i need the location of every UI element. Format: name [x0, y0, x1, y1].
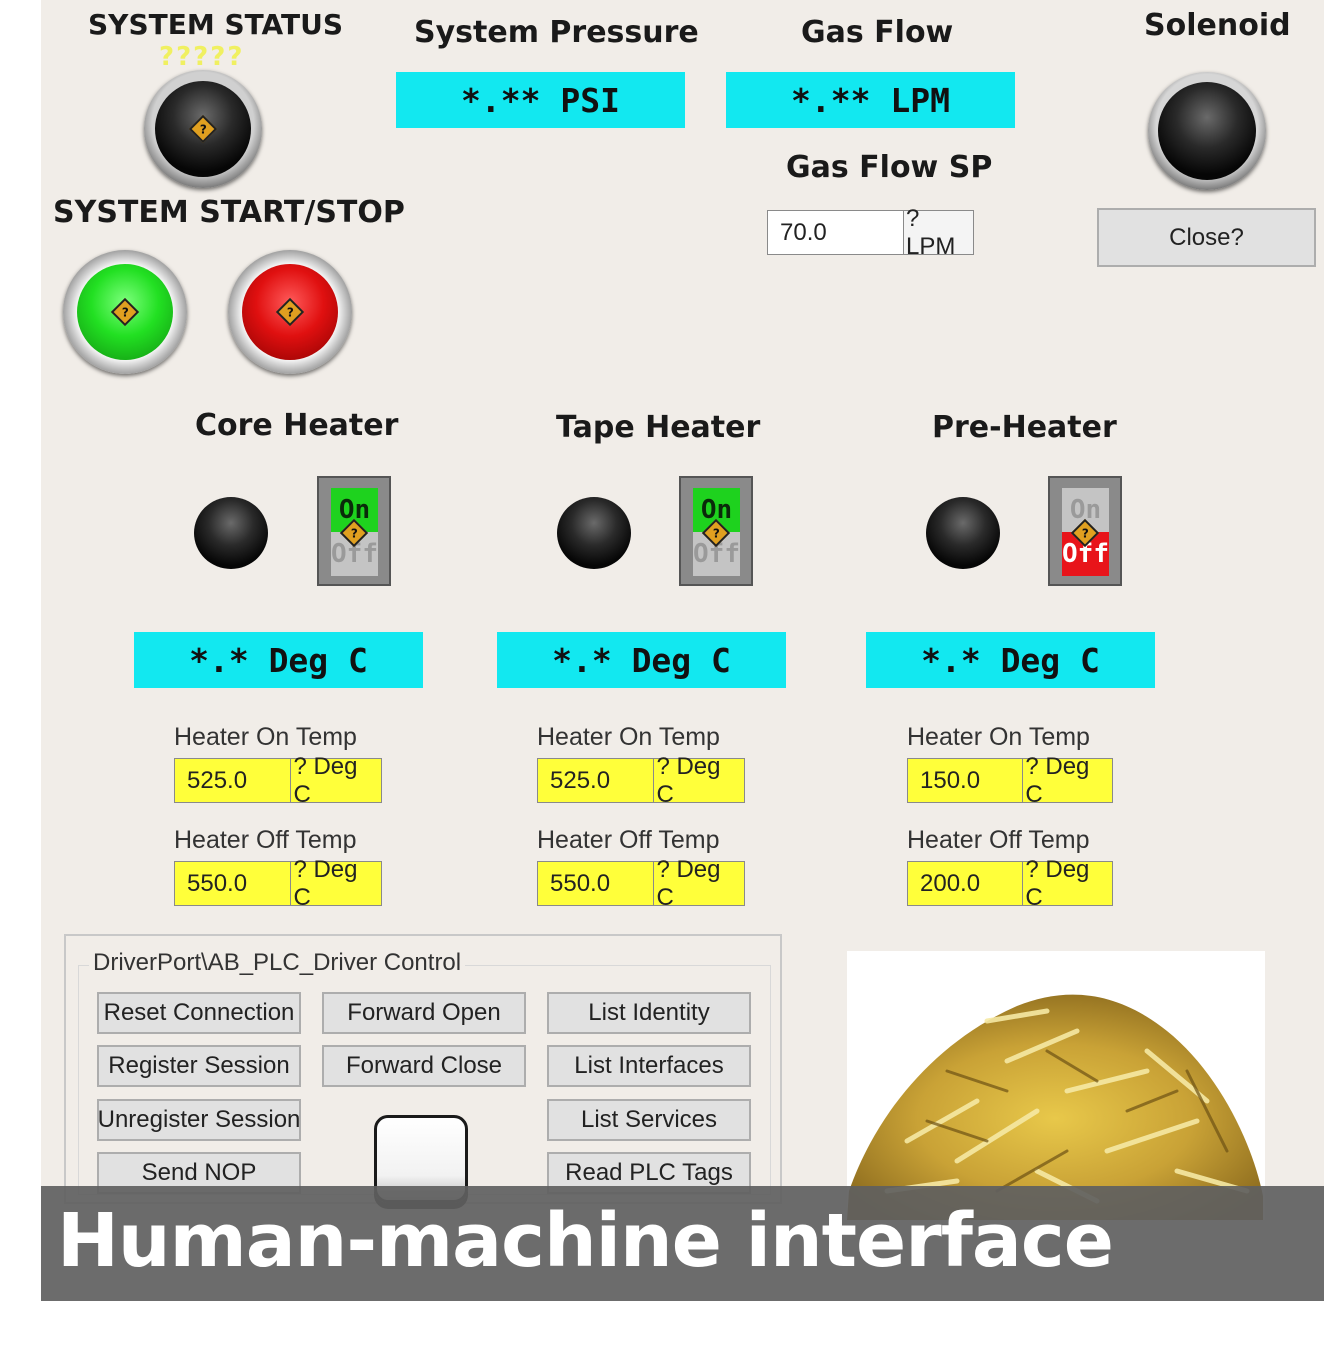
tape-heater-on-temp-field[interactable]: 525.0 ? Deg C — [537, 752, 745, 808]
tape-heater-off-temp-unit: ? Deg C — [656, 855, 721, 911]
pre-heater-off-temp-label: Heater Off Temp — [907, 826, 1090, 854]
wood-chips-image — [847, 951, 1265, 1220]
core-heater-off-temp-field[interactable]: 550.0 ? Deg C — [174, 855, 382, 911]
pre-heater-off-temp-field[interactable]: 200.0 ? Deg C — [907, 855, 1113, 911]
core-heater-title: Core Heater — [195, 408, 399, 443]
pre-heater-temp-display: *.* Deg C — [866, 632, 1155, 688]
core-heater-on-temp-value[interactable]: 525.0 — [175, 759, 292, 802]
list-services-button[interactable]: List Services — [547, 1099, 751, 1141]
system-pressure-display: *.** PSI — [396, 72, 685, 128]
list-interfaces-button[interactable]: List Interfaces — [547, 1045, 751, 1087]
pre-heater-on-temp-unit: ? Deg C — [1025, 752, 1090, 808]
gas-flow-sp-unit: ? LPM — [904, 205, 973, 260]
system-stop-button[interactable]: ? — [228, 250, 352, 374]
reset-connection-button[interactable]: Reset Connection — [97, 992, 301, 1034]
caption-banner: Human-machine interface — [41, 1186, 1324, 1301]
core-heater-on-temp-label: Heater On Temp — [174, 723, 357, 751]
core-heater-off-temp-label: Heater Off Temp — [174, 826, 357, 854]
core-heater-toggle-switch[interactable]: On Off ? — [317, 476, 391, 586]
gas-flow-sp-value[interactable]: 70.0 — [768, 211, 904, 254]
pre-heater-title: Pre-Heater — [932, 410, 1117, 445]
pre-heater-lamp — [926, 497, 1000, 569]
tape-heater-toggle-switch[interactable]: On Off ? — [679, 476, 753, 586]
register-session-button[interactable]: Register Session — [97, 1045, 301, 1087]
tape-heater-on-temp-unit: ? Deg C — [656, 752, 721, 808]
pre-heater-on-temp-field[interactable]: 150.0 ? Deg C — [907, 752, 1113, 808]
forward-close-button[interactable]: Forward Close — [322, 1045, 526, 1087]
core-heater-temp-display: *.* Deg C — [134, 632, 423, 688]
warning-icon: ? — [188, 114, 218, 144]
solenoid-close-button[interactable]: Close? — [1097, 208, 1316, 267]
solenoid-lamp — [1148, 72, 1266, 190]
system-status-indicator-text: ????? — [159, 42, 245, 72]
tape-heater-title: Tape Heater — [556, 410, 761, 445]
pre-heater-toggle-switch[interactable]: On Off ? — [1048, 476, 1122, 586]
hmi-panel: SYSTEM STATUS ????? ? SYSTEM START/STOP … — [41, 0, 1324, 1220]
system-status-title: SYSTEM STATUS — [88, 8, 344, 41]
warning-icon: ? — [275, 297, 305, 327]
pre-heater-off-temp-value[interactable]: 200.0 — [908, 862, 1024, 905]
tape-heater-temp-display: *.* Deg C — [497, 632, 786, 688]
tape-heater-on-temp-value[interactable]: 525.0 — [538, 759, 655, 802]
tape-heater-off-temp-value[interactable]: 550.0 — [538, 862, 655, 905]
caption-text: Human-machine interface — [57, 1198, 1114, 1284]
system-start-stop-title: SYSTEM START/STOP — [53, 195, 405, 230]
pre-heater-off-temp-unit: ? Deg C — [1025, 855, 1090, 911]
core-heater-lamp — [194, 497, 268, 569]
core-heater-on-temp-unit: ? Deg C — [293, 752, 358, 808]
tape-heater-off-temp-field[interactable]: 550.0 ? Deg C — [537, 855, 745, 911]
system-pressure-title: System Pressure — [414, 15, 699, 50]
unregister-session-button[interactable]: Unregister Session — [97, 1099, 301, 1141]
solenoid-title: Solenoid — [1144, 8, 1291, 43]
forward-open-button[interactable]: Forward Open — [322, 992, 526, 1034]
tape-heater-lamp — [557, 497, 631, 569]
tape-heater-on-temp-label: Heater On Temp — [537, 723, 720, 751]
gas-flow-sp-field[interactable]: 70.0 ? LPM — [767, 205, 974, 260]
gas-flow-sp-title: Gas Flow SP — [786, 150, 993, 185]
list-identity-button[interactable]: List Identity — [547, 992, 751, 1034]
gas-flow-title: Gas Flow — [801, 15, 954, 50]
warning-icon: ? — [110, 297, 140, 327]
system-start-button[interactable]: ? — [63, 250, 187, 374]
core-heater-off-temp-value[interactable]: 550.0 — [175, 862, 292, 905]
tape-heater-off-temp-label: Heater Off Temp — [537, 826, 720, 854]
core-heater-on-temp-field[interactable]: 525.0 ? Deg C — [174, 752, 382, 808]
system-status-lamp: ? — [144, 70, 262, 188]
pre-heater-on-temp-value[interactable]: 150.0 — [908, 759, 1024, 802]
driver-control-title: DriverPort\AB_PLC_Driver Control — [89, 949, 466, 977]
gas-flow-display: *.** LPM — [726, 72, 1015, 128]
pre-heater-on-temp-label: Heater On Temp — [907, 723, 1090, 751]
core-heater-off-temp-unit: ? Deg C — [293, 855, 358, 911]
